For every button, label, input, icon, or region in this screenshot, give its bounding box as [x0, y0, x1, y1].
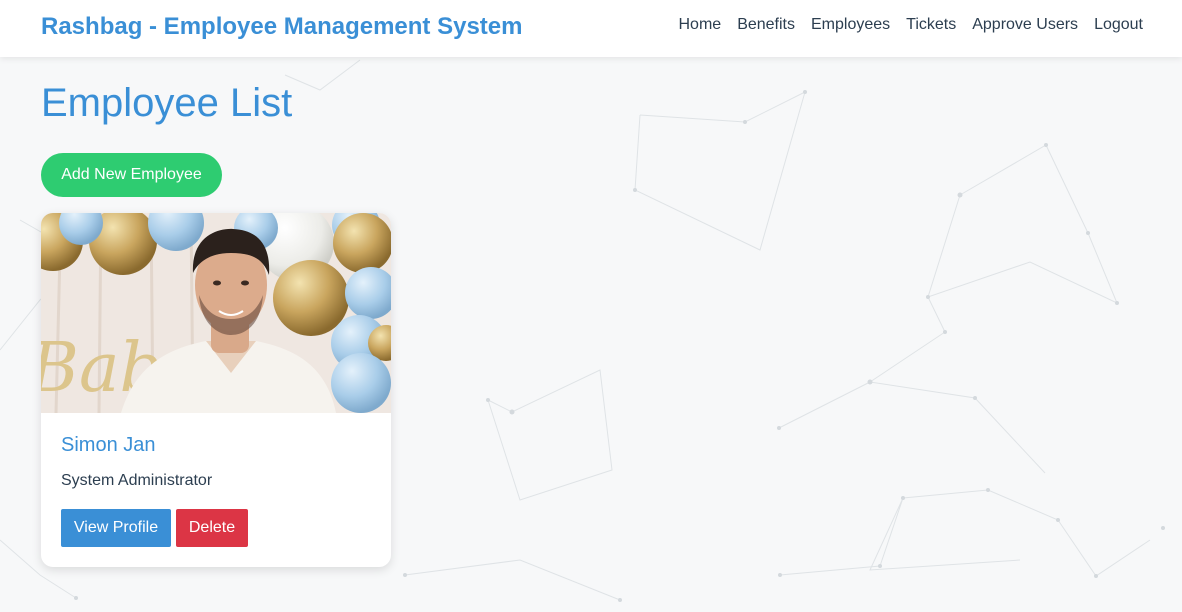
employee-name[interactable]: Simon Jan — [61, 434, 156, 457]
nav-link-benefits[interactable]: Benefits — [737, 16, 795, 34]
employee-photo: Baby — [41, 213, 391, 413]
top-navbar: Rashbag - Employee Management System Hom… — [0, 0, 1182, 57]
brand-title[interactable]: Rashbag - Employee Management System — [41, 13, 522, 41]
main-content: Employee List Add New Employee Baby Simo… — [0, 57, 1182, 612]
delete-button[interactable]: Delete — [176, 509, 248, 547]
nav-link-home[interactable]: Home — [679, 16, 722, 34]
add-new-employee-button[interactable]: Add New Employee — [41, 153, 222, 197]
employee-role: System Administrator — [61, 472, 213, 489]
nav-link-logout[interactable]: Logout — [1094, 16, 1143, 34]
view-profile-button[interactable]: View Profile — [61, 509, 171, 547]
nav-link-tickets[interactable]: Tickets — [906, 16, 956, 34]
nav-link-employees[interactable]: Employees — [811, 16, 890, 34]
nav-link-approve-users[interactable]: Approve Users — [972, 16, 1078, 34]
employee-card: Baby Simon Jan System Administrator View… — [41, 213, 391, 567]
page-title: Employee List — [41, 81, 293, 125]
nav-links: Home Benefits Employees Tickets Approve … — [679, 16, 1144, 34]
